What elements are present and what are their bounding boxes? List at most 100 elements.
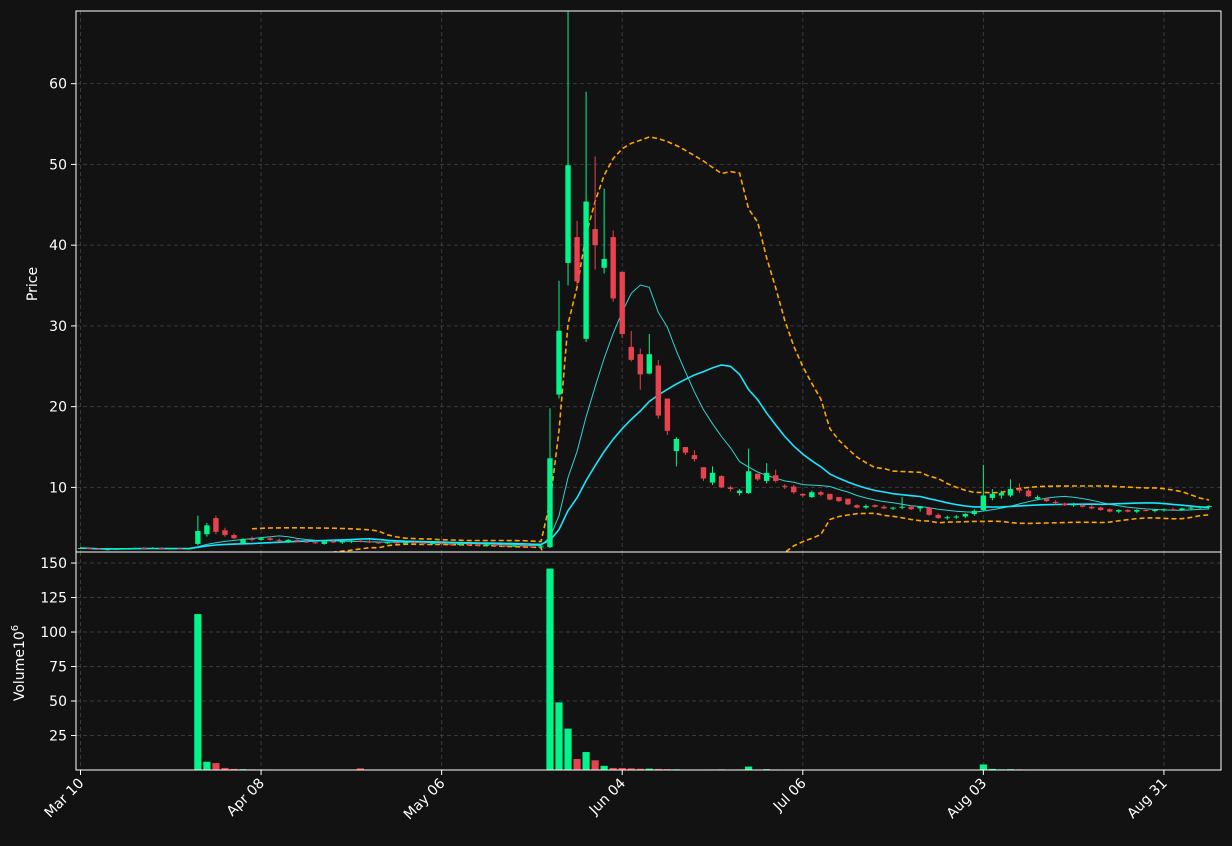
candle-body [863, 505, 869, 508]
volume-tick-label: 125 [40, 591, 67, 607]
candle-body [1007, 489, 1014, 496]
candle-body [917, 506, 923, 509]
candle-body [348, 540, 355, 542]
candle-body [736, 490, 743, 494]
volume-tick-label: 75 [49, 660, 67, 676]
candle-body [529, 546, 535, 548]
price-tick-label: 50 [49, 157, 67, 173]
candle-body [177, 548, 183, 550]
candle-body [222, 530, 228, 536]
candle-body [1134, 510, 1140, 512]
candle-body [1107, 509, 1113, 512]
candle-body [1061, 503, 1068, 506]
candle-body [1197, 506, 1203, 508]
candle-body [520, 545, 526, 547]
candle-body [1143, 510, 1149, 512]
candle-body [321, 541, 327, 544]
candle-body [908, 506, 914, 510]
candle-body [475, 544, 481, 546]
candle-body [601, 258, 607, 268]
candle-body [484, 544, 490, 546]
candle-body [1116, 510, 1122, 512]
volume-bar [582, 752, 590, 770]
volume-axis-label-base: 10 [12, 631, 28, 649]
candle-body [258, 538, 264, 540]
candle-body [159, 547, 165, 549]
candle-body [971, 510, 978, 515]
candle-body [411, 542, 418, 544]
candle-body [646, 354, 652, 374]
candle-body [1088, 506, 1095, 509]
candle-body [375, 542, 382, 544]
candle-body [204, 525, 210, 535]
candle-body [944, 517, 950, 519]
candle-body [809, 492, 815, 498]
candle-body [86, 547, 93, 549]
candle-body [502, 545, 508, 547]
candle-body [574, 237, 580, 282]
candle-body [150, 547, 156, 549]
candle-body [267, 538, 273, 540]
candle-body [592, 229, 598, 246]
candle-body [1098, 507, 1104, 511]
volume-axis-label-exponent: 6 [10, 625, 21, 631]
candle-body [1016, 489, 1023, 491]
candle-body [583, 201, 589, 339]
candle-body [493, 544, 499, 546]
candle-body [122, 548, 129, 550]
candle-body [312, 542, 318, 544]
candle-body [466, 543, 472, 545]
candle-body [303, 541, 309, 543]
candle-body [998, 493, 1005, 496]
candle-body [664, 398, 671, 431]
candle-body [276, 539, 282, 541]
price-axis-label: Price [25, 267, 41, 301]
candle-body [1152, 510, 1158, 512]
volume-tick-label: 50 [49, 694, 67, 710]
candle-body [131, 547, 138, 549]
candle-body [763, 472, 770, 481]
candle-body [1025, 490, 1032, 497]
candle-body [890, 507, 896, 509]
volume-bar [546, 568, 554, 770]
candle-body [899, 506, 905, 508]
candle-body [845, 498, 851, 505]
candle-body [655, 365, 662, 416]
candle-body [420, 543, 427, 545]
candle-body [772, 475, 779, 481]
candle-body [330, 541, 336, 543]
price-tick-label: 20 [49, 400, 67, 416]
candle-body [953, 516, 959, 518]
candle-body [538, 546, 544, 548]
candle-body [1170, 509, 1176, 511]
candle-body [240, 539, 246, 544]
price-tick-label: 10 [49, 480, 67, 496]
candle-body [691, 455, 698, 460]
volume-axis-label: Volume106 [10, 625, 28, 701]
candle-body [935, 514, 941, 519]
volume-bar [564, 728, 572, 770]
volume-bar [203, 761, 211, 770]
candle-body [754, 473, 761, 480]
volume-bar [745, 766, 753, 770]
candle-body [1179, 508, 1185, 511]
candle-body [285, 539, 291, 543]
candle-body [836, 497, 842, 502]
price-tick-label: 60 [49, 77, 67, 93]
candle-body [1043, 498, 1050, 502]
candle-body [104, 549, 111, 551]
candle-body [231, 535, 237, 539]
candle-body [709, 472, 716, 483]
candle-body [1034, 497, 1041, 499]
candle-body [1161, 509, 1167, 511]
candle-body [1079, 505, 1086, 507]
candle-body [745, 471, 752, 494]
volume-bar [979, 764, 987, 770]
volume-bar [555, 702, 563, 770]
candle-body [393, 542, 400, 544]
candle-body [962, 514, 968, 517]
price-tick-label: 30 [49, 319, 67, 335]
candle-body [673, 438, 680, 452]
candle-body [140, 547, 147, 549]
stock-chart: 102030405060 255075100125150 Mar 10 Apr 0… [0, 0, 1232, 842]
